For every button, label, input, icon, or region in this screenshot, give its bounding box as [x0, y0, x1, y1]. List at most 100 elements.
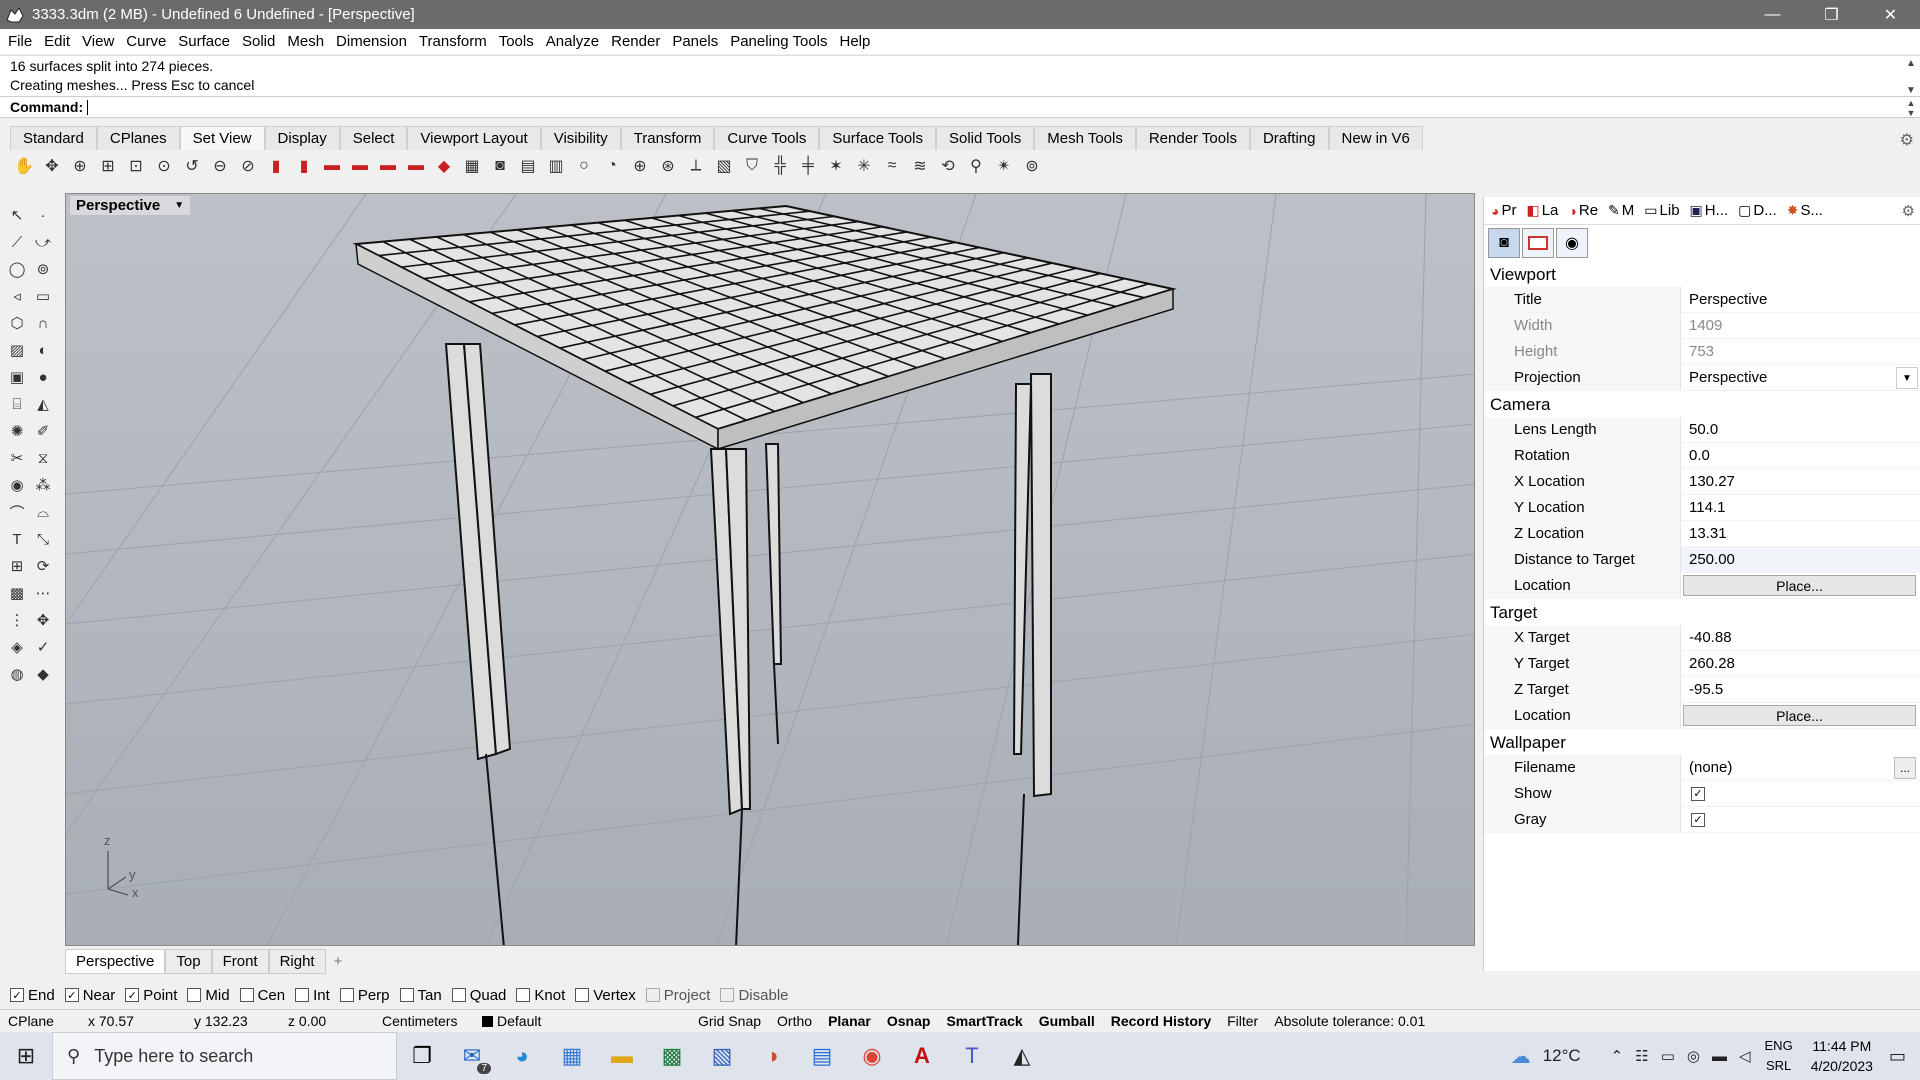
tab-select[interactable]: Select	[339, 126, 408, 150]
tab-curve-tools[interactable]: Curve Tools	[714, 126, 820, 150]
edge-icon[interactable]: ◕	[497, 1032, 547, 1080]
zoom-window-icon[interactable]: ⊡	[124, 154, 148, 178]
osnap-point[interactable]: ✓ Point	[125, 987, 177, 1004]
surface-icon[interactable]: ▨	[4, 337, 30, 363]
menu-dimension[interactable]: Dimension	[330, 33, 413, 50]
chrome-icon[interactable]: ◉	[847, 1032, 897, 1080]
osnap-checkbox[interactable]: ✓	[64, 988, 79, 1002]
array-icon[interactable]: ⊞	[4, 553, 30, 579]
grid-snap-toggle[interactable]: Grid Snap	[690, 1013, 769, 1029]
planar-toggle[interactable]: Planar	[820, 1013, 879, 1029]
print-view-icon[interactable]: ▤	[516, 154, 540, 178]
viewport-title-tab[interactable]: Perspective ▼	[70, 196, 191, 215]
monitor-icon[interactable]: ▭	[1655, 1047, 1681, 1065]
zoom-selected-icon[interactable]: ⊙	[152, 154, 176, 178]
panel-tab-display[interactable]: ▢ D...	[1733, 202, 1782, 219]
tab-perspective[interactable]: Perspective	[65, 948, 166, 974]
x-target-field[interactable]: -40.88	[1680, 625, 1920, 650]
light-icon[interactable]: ○	[572, 154, 596, 178]
cylinder-icon[interactable]: ⌸	[4, 391, 30, 417]
named-view-icon[interactable]: ▦	[460, 154, 484, 178]
volume-icon[interactable]: ◁	[1733, 1047, 1757, 1065]
split-icon[interactable]: ⧖	[30, 445, 56, 471]
add-viewport-icon[interactable]: +	[334, 953, 343, 970]
zoom-icon[interactable]: ⊕	[68, 154, 92, 178]
z-target-field[interactable]: -95.5	[1680, 677, 1920, 702]
menu-help[interactable]: Help	[834, 33, 877, 50]
chamfer-icon[interactable]: ⌓	[30, 499, 56, 525]
undo-view-icon[interactable]: ↺	[180, 154, 204, 178]
view-perspective-icon[interactable]: ◆	[432, 154, 456, 178]
rotate-icon[interactable]: ⟳	[30, 553, 56, 579]
osnap-checkbox[interactable]	[239, 988, 254, 1002]
menu-paneling-tools[interactable]: Paneling Tools	[724, 33, 833, 50]
osnap-end[interactable]: ✓ End	[10, 987, 55, 1004]
wallpaper-icon[interactable]: ▥	[544, 154, 568, 178]
perspective-viewport[interactable]: Perspective ▼ z y x	[65, 193, 1475, 946]
curve-icon[interactable]: ⤻	[30, 229, 56, 255]
cplane-elevation-icon[interactable]: ╪	[796, 154, 820, 178]
osnap-checkbox[interactable]	[451, 988, 466, 1002]
osnap-checkbox[interactable]	[516, 988, 531, 1002]
cplane-world-icon[interactable]: ╬	[768, 154, 792, 178]
history-scrollbar[interactable]: ▲ ▼	[1904, 58, 1918, 96]
menu-edit[interactable]: Edit	[38, 33, 76, 50]
network-icon[interactable]: ◎	[1681, 1047, 1706, 1065]
scroll-down-icon[interactable]: ▼	[1907, 108, 1916, 118]
camera-icon[interactable]: ◙	[488, 154, 512, 178]
store-icon[interactable]: ▦	[547, 1032, 597, 1080]
language-indicator[interactable]: ENG SRL	[1757, 1036, 1801, 1076]
panel-tab-help[interactable]: ▣ H...	[1685, 202, 1734, 219]
y-location-field[interactable]: 114.1	[1680, 495, 1920, 520]
tab-right[interactable]: Right	[268, 948, 326, 974]
sparkle-icon[interactable]: ✴	[992, 154, 1016, 178]
restore-button[interactable]: ❐	[1802, 0, 1861, 29]
osnap-checkbox[interactable]	[187, 988, 202, 1002]
scroll-down-icon[interactable]: ▼	[1906, 85, 1916, 96]
title-value[interactable]: Perspective	[1680, 287, 1920, 312]
show-checkbox[interactable]: ✓	[1691, 786, 1705, 801]
menu-curve[interactable]: Curve	[120, 33, 172, 50]
target-place-button[interactable]: Place...	[1683, 705, 1916, 726]
battery-icon[interactable]: ▬	[1706, 1048, 1733, 1065]
tab-new-in-v6[interactable]: New in V6	[1328, 126, 1423, 150]
tab-visibility[interactable]: Visibility	[540, 126, 621, 150]
mail-icon[interactable]: ✉ 7	[447, 1032, 497, 1080]
record-history-toggle[interactable]: Record History	[1103, 1013, 1219, 1029]
render-icon[interactable]: ◍	[4, 661, 30, 687]
osnap-int[interactable]: Int	[295, 987, 330, 1004]
browse-button[interactable]: ...	[1894, 757, 1916, 779]
panel-tab-properties[interactable]: ◕ Pr	[1486, 202, 1521, 219]
osnap-checkbox[interactable]	[339, 988, 354, 1002]
rotation-field[interactable]: 0.0	[1680, 443, 1920, 468]
menu-solid[interactable]: Solid	[236, 33, 281, 50]
panel-tab-render[interactable]: ◑ Re	[1563, 202, 1603, 219]
group-icon[interactable]: ⁂	[30, 472, 56, 498]
units-label[interactable]: Centimeters	[374, 1013, 474, 1029]
arc-icon[interactable]: ◃	[4, 283, 30, 309]
panel-tab-layers[interactable]: ◧ La	[1521, 202, 1563, 219]
x-location-field[interactable]: 130.27	[1680, 469, 1920, 494]
osnap-cen[interactable]: Cen	[239, 987, 285, 1004]
tab-render-tools[interactable]: Render Tools	[1135, 126, 1250, 150]
pan-icon[interactable]: ✋	[12, 154, 36, 178]
show-hidden-icons-chevron-icon[interactable]: ⌃	[1605, 1047, 1630, 1065]
sphere-icon[interactable]: ●	[30, 364, 56, 390]
select-arrow-icon[interactable]: ↖	[4, 202, 30, 228]
menu-view[interactable]: View	[76, 33, 120, 50]
minimize-button[interactable]: —	[1743, 0, 1802, 29]
osnap-tan[interactable]: Tan	[399, 987, 442, 1004]
projection-select[interactable]: Perspective ▼	[1680, 365, 1920, 390]
tab-surface-tools[interactable]: Surface Tools	[819, 126, 936, 150]
command-scrollbar[interactable]: ▲ ▼	[1904, 98, 1918, 118]
orbit-icon[interactable]: ≋	[908, 154, 932, 178]
smarttrack-toggle[interactable]: SmartTrack	[938, 1013, 1030, 1029]
y-target-field[interactable]: 260.28	[1680, 651, 1920, 676]
target-icon[interactable]: ⊕	[628, 154, 652, 178]
command-line[interactable]: Command: ▲ ▼	[0, 96, 1920, 118]
z-location-field[interactable]: 13.31	[1680, 521, 1920, 546]
osnap-checkbox[interactable]: ✓	[10, 988, 24, 1002]
osnap-checkbox[interactable]	[720, 988, 735, 1002]
boolean-icon[interactable]: ◉	[4, 472, 30, 498]
panel-tab-materials[interactable]: ✎ M	[1603, 202, 1639, 219]
